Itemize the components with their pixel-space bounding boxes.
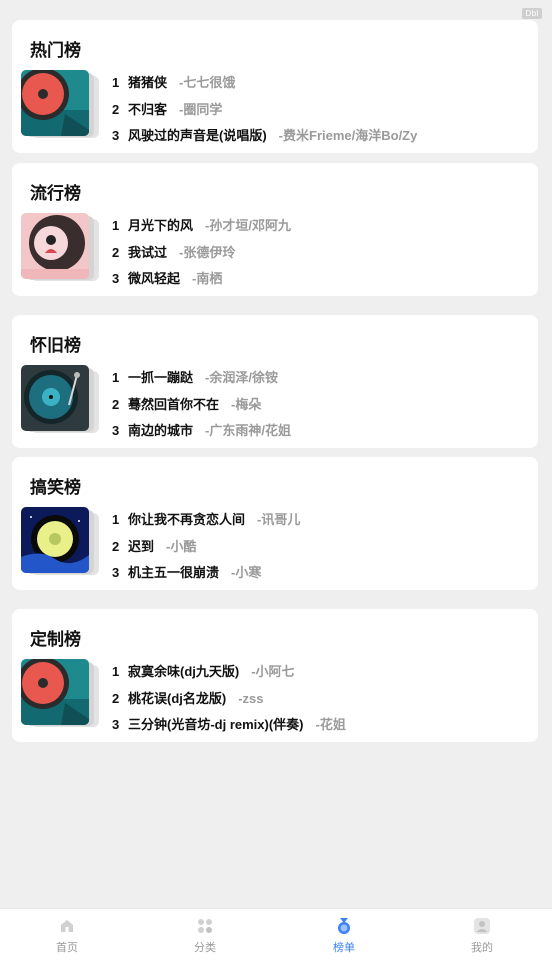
song-rank: 1 xyxy=(112,370,120,386)
song-rank: 2 xyxy=(112,244,120,260)
vinyl-cover-image xyxy=(21,659,89,725)
song-row[interactable]: 2 不归客 -圈同学 xyxy=(112,97,417,124)
song-rank: 1 xyxy=(112,512,120,528)
song-row[interactable]: 3 南边的城市 -广东雨神/花姐 xyxy=(112,418,291,445)
song-rank: 3 xyxy=(112,565,120,581)
song-artist: -费米Frieme/海洋Bo/Zy xyxy=(278,128,418,144)
song-row[interactable]: 2 桃花误(dj名龙版) -zss xyxy=(112,686,346,713)
song-artist: -张德伊玲 xyxy=(179,244,236,260)
song-row[interactable]: 2 迟到 -小酷 xyxy=(112,534,300,561)
song-rank: 1 xyxy=(112,75,120,91)
song-name: 一抓一蹦跶 xyxy=(128,370,194,386)
song-rank: 2 xyxy=(112,101,120,117)
song-rank: 2 xyxy=(112,538,120,554)
chart-cover[interactable] xyxy=(21,70,101,138)
song-artist: -花姐 xyxy=(315,717,346,733)
chart-cover[interactable] xyxy=(21,365,101,433)
tab-label: 榜单 xyxy=(333,942,355,954)
user-icon xyxy=(474,918,490,934)
song-row[interactable]: 1 寂寞余味(dj九天版) -小阿七 xyxy=(112,659,346,686)
vinyl-cover-image xyxy=(21,213,89,279)
song-name: 我试过 xyxy=(128,244,168,260)
song-row[interactable]: 3 机主五一很崩溃 -小寒 xyxy=(112,560,300,587)
song-list: 1 一抓一蹦跶 -余润泽/徐铵 2 蓦然回首你不在 -梅朵 3 南边的城市 -广东雨神/花姐 xyxy=(112,365,291,445)
chart-card-pop[interactable]: 流行榜 1 月光下的风 -孙才垣/邓阿九 2 我试过 -张德伊玲 3 微风轻起 -南栖 xyxy=(12,163,538,296)
song-row[interactable]: 3 微风轻起 -南栖 xyxy=(112,266,291,293)
chart-cover[interactable] xyxy=(21,213,101,281)
song-name: 寂寞余味(dj九天版) xyxy=(128,664,240,680)
card-title: 搞笑榜 xyxy=(30,478,81,497)
song-artist: -圈同学 xyxy=(179,101,223,117)
song-name: 蓦然回首你不在 xyxy=(128,396,220,412)
tab-label: 分类 xyxy=(194,942,216,954)
song-name: 三分钟(光音坊-dj remix)(伴奏) xyxy=(128,717,304,733)
song-artist: -梅朵 xyxy=(231,396,262,412)
song-row[interactable]: 1 你让我不再贪恋人间 -讯哥儿 xyxy=(112,507,300,534)
song-row[interactable]: 2 我试过 -张德伊玲 xyxy=(112,240,291,267)
song-name: 南边的城市 xyxy=(128,423,194,439)
chart-card-funny[interactable]: 搞笑榜 1 你让我不再贪恋人间 -讯哥儿 2 迟到 -小酷 3 机主五一很崩溃 -小寒 xyxy=(12,457,538,590)
song-rank: 1 xyxy=(112,664,120,680)
vinyl-cover-image xyxy=(21,365,89,431)
song-rank: 3 xyxy=(112,423,120,439)
song-name: 月光下的风 xyxy=(128,218,194,234)
song-name: 桃花误(dj名龙版) xyxy=(128,690,227,706)
song-name: 迟到 xyxy=(128,538,155,554)
song-artist: -孙才垣/邓阿九 xyxy=(205,218,291,234)
tab-category[interactable]: 分类 xyxy=(175,917,235,955)
chart-cover[interactable] xyxy=(21,507,101,575)
debug-badge: Dbl xyxy=(522,8,542,19)
tab-home[interactable]: 首页 xyxy=(37,917,97,955)
home-icon xyxy=(61,920,73,932)
song-artist: -南栖 xyxy=(192,271,223,287)
song-row[interactable]: 1 一抓一蹦跶 -余润泽/徐铵 xyxy=(112,365,291,392)
vinyl-cover-image xyxy=(21,507,89,573)
song-row[interactable]: 3 风驶过的声音是(说唱版) -费米Frieme/海洋Bo/Zy xyxy=(112,123,417,150)
song-row[interactable]: 1 月光下的风 -孙才垣/邓阿九 xyxy=(112,213,291,240)
song-rank: 3 xyxy=(112,271,120,287)
song-artist: -余润泽/徐铵 xyxy=(205,370,278,386)
song-artist: -zss xyxy=(238,690,264,706)
tab-label: 首页 xyxy=(56,942,78,954)
chart-card-custom[interactable]: 定制榜 1 寂寞余味(dj九天版) -小阿七 2 桃花误(dj名龙版) -zss 3 三分… xyxy=(12,609,538,742)
song-row[interactable]: 2 蓦然回首你不在 -梅朵 xyxy=(112,392,291,419)
chart-card-hot[interactable]: 热门榜 1 猪猪侠 -七七很饿 2 不归客 -圈同学 3 风驶过的声音是(说唱版) -费米F… xyxy=(12,20,538,153)
chart-card-classic[interactable]: 怀旧榜 1 一抓一蹦跶 -余润泽/徐铵 2 蓦然回首你不在 -梅朵 3 南边的城市 -广东雨… xyxy=(12,315,538,448)
song-rank: 2 xyxy=(112,396,120,412)
song-list: 1 寂寞余味(dj九天版) -小阿七 2 桃花误(dj名龙版) -zss 3 三分钟(光音… xyxy=(112,659,346,739)
tab-label: 我的 xyxy=(471,942,493,954)
song-name: 微风轻起 xyxy=(128,271,181,287)
song-rank: 3 xyxy=(112,128,120,144)
song-artist: -广东雨神/花姐 xyxy=(205,423,291,439)
card-title: 怀旧榜 xyxy=(30,336,81,355)
song-name: 猪猪侠 xyxy=(128,75,168,91)
tab-profile[interactable]: 我的 xyxy=(452,917,512,955)
medal-icon xyxy=(338,918,350,934)
vinyl-cover-image xyxy=(21,70,89,136)
song-rank: 1 xyxy=(112,218,120,234)
song-rank: 3 xyxy=(112,717,120,733)
card-title: 热门榜 xyxy=(30,41,81,60)
song-artist: -讯哥儿 xyxy=(257,512,301,528)
card-title: 流行榜 xyxy=(30,184,81,203)
song-list: 1 猪猪侠 -七七很饿 2 不归客 -圈同学 3 风驶过的声音是(说唱版) -费米Friem… xyxy=(112,70,417,150)
chart-cover[interactable] xyxy=(21,659,101,727)
song-artist: -小寒 xyxy=(231,565,262,581)
song-list: 1 你让我不再贪恋人间 -讯哥儿 2 迟到 -小酷 3 机主五一很崩溃 -小寒 xyxy=(112,507,300,587)
song-list: 1 月光下的风 -孙才垣/邓阿九 2 我试过 -张德伊玲 3 微风轻起 -南栖 xyxy=(112,213,291,293)
category-icon xyxy=(198,919,212,933)
song-name: 风驶过的声音是(说唱版) xyxy=(128,128,267,144)
bottom-tab-bar: 首页 分类 榜单 我的 xyxy=(0,908,552,964)
song-name: 机主五一很崩溃 xyxy=(128,565,220,581)
song-row[interactable]: 1 猪猪侠 -七七很饿 xyxy=(112,70,417,97)
song-name: 不归客 xyxy=(128,101,168,117)
song-name: 你让我不再贪恋人间 xyxy=(128,512,246,528)
card-title: 定制榜 xyxy=(30,630,81,649)
song-artist: -小酷 xyxy=(166,538,197,554)
song-row[interactable]: 3 三分钟(光音坊-dj remix)(伴奏) -花姐 xyxy=(112,712,346,739)
song-rank: 2 xyxy=(112,690,120,706)
tab-charts[interactable]: 榜单 xyxy=(314,917,374,955)
song-artist: -七七很饿 xyxy=(179,75,236,91)
song-artist: -小阿七 xyxy=(251,664,295,680)
